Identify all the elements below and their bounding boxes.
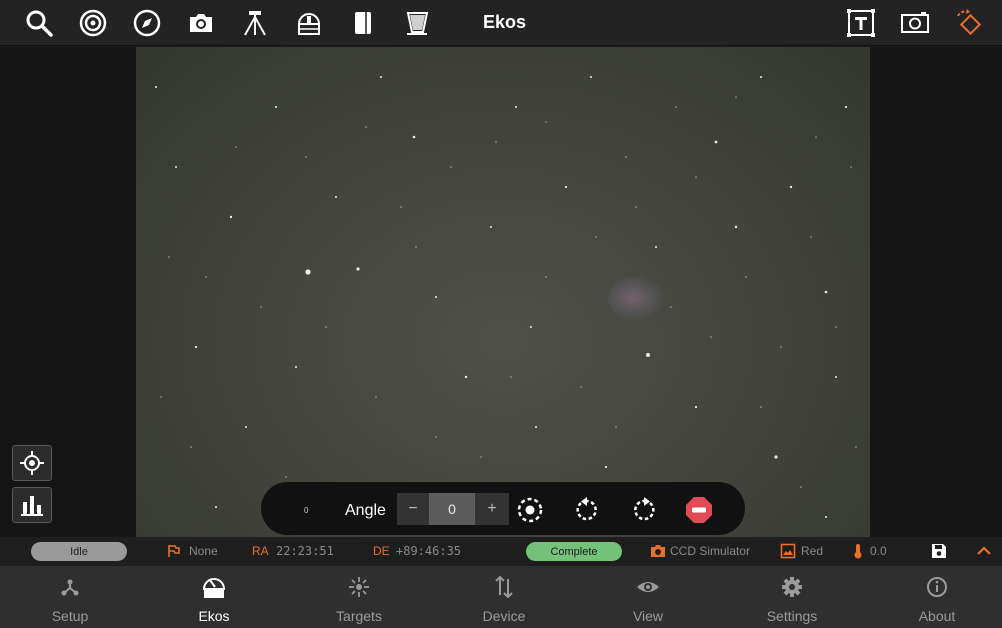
tracking-icon (168, 545, 180, 557)
nav-targets-label: Targets (336, 608, 382, 624)
de-value: +89:46:35 (396, 544, 462, 558)
rotate-left-icon (576, 497, 597, 521)
histogram-icon (21, 496, 43, 516)
fits-viewer[interactable] (0, 47, 1002, 537)
filter-icon (780, 543, 796, 559)
nav-settings[interactable]: Settings (732, 566, 852, 628)
device-icon (495, 575, 513, 599)
camera-icon[interactable] (184, 6, 218, 40)
nebula (608, 276, 664, 320)
nav-about[interactable]: About (877, 566, 997, 628)
eye-icon (637, 582, 659, 592)
stop-icon (686, 497, 712, 523)
nav-ekos-label: Ekos (198, 608, 230, 624)
crosshair-icon (20, 451, 44, 475)
target-icon[interactable] (76, 6, 110, 40)
angle-input[interactable]: 0 (429, 493, 475, 525)
de-label: DE (373, 544, 390, 558)
text-frame-icon[interactable] (844, 6, 878, 40)
nav-device[interactable]: Device (444, 566, 564, 628)
rotate-cw-button[interactable] (629, 495, 659, 525)
info-icon (927, 577, 947, 597)
rotate-center-button[interactable] (515, 495, 545, 525)
chevron-up-icon[interactable] (976, 543, 992, 559)
compass-icon[interactable] (130, 6, 164, 40)
nav-settings-label: Settings (766, 608, 818, 624)
notebook-icon[interactable] (346, 6, 380, 40)
rotate-diamond-icon[interactable] (952, 6, 986, 40)
sky-image[interactable] (136, 47, 870, 537)
ra-label: RA (252, 544, 269, 558)
top-toolbar: Ekos (0, 0, 1002, 46)
filter-value: Red (801, 544, 824, 558)
temperature-value: 0.0 (870, 544, 887, 558)
angle-increment-button[interactable]: + (475, 493, 509, 525)
dome-icon[interactable] (292, 6, 326, 40)
angle-decrement-button[interactable]: − (397, 493, 429, 525)
camera-name: CCD Simulator (670, 544, 751, 558)
rotation-small-value: 0 (304, 506, 309, 515)
stop-button[interactable] (684, 495, 714, 525)
nav-view[interactable]: View (588, 566, 708, 628)
app-title: Ekos (483, 12, 527, 32)
save-icon[interactable] (931, 543, 947, 559)
tracking-value: None (189, 544, 218, 558)
search-icon[interactable] (22, 6, 56, 40)
status-bar: Idle None RA 22:23:51 DE +89:46:35 Compl… (0, 537, 1002, 566)
rotate-ccw-button[interactable] (572, 495, 602, 525)
nav-ekos[interactable]: Ekos (154, 566, 274, 628)
star-field (155, 76, 857, 528)
setup-icon (61, 579, 79, 596)
nav-setup[interactable]: Setup (10, 566, 130, 628)
ekos-icon (202, 578, 226, 598)
nav-device-label: Device (482, 608, 526, 624)
nav-setup-label: Setup (51, 608, 89, 624)
ra-value: 22:23:51 (276, 544, 334, 558)
gear-icon (782, 577, 802, 597)
nav-about-label: About (918, 608, 956, 624)
ccd-camera-icon (651, 545, 665, 557)
histogram-button[interactable] (12, 487, 52, 523)
crosshair-button[interactable] (12, 445, 52, 481)
capture-status-badge: Complete (526, 542, 622, 561)
rotate-right-icon (634, 497, 655, 521)
thermometer-icon (854, 544, 862, 559)
nav-view-label: View (632, 608, 664, 624)
dashed-circle-icon (517, 497, 543, 523)
tripod-icon[interactable] (238, 6, 272, 40)
mount-status-badge: Idle (31, 542, 127, 561)
targets-icon (349, 577, 369, 597)
capture-frame-icon[interactable] (898, 6, 932, 40)
angle-label: Angle (345, 502, 386, 519)
bottom-navigation: Setup Ekos Targets Device View Settings … (0, 566, 1002, 628)
flat-panel-icon[interactable] (400, 6, 434, 40)
nav-targets[interactable]: Targets (299, 566, 419, 628)
